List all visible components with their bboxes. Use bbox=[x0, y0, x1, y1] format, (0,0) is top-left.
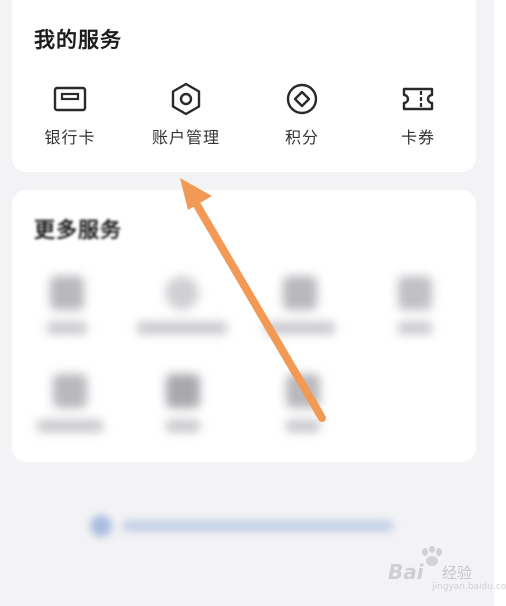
service-coupons-label: 卡券 bbox=[400, 128, 435, 147]
service-points[interactable]: 积分 bbox=[244, 82, 360, 148]
bank-card-icon bbox=[53, 86, 87, 112]
service-coupons[interactable]: 卡券 bbox=[360, 82, 476, 148]
app-screen: 我的服务 银行卡 账户管理 积分 卡券 更多服务 bbox=[0, 0, 494, 606]
right-edge-strip bbox=[494, 0, 506, 606]
more-service-item[interactable] bbox=[268, 374, 338, 432]
more-service-item[interactable] bbox=[132, 276, 232, 334]
more-service-item[interactable] bbox=[380, 276, 450, 334]
service-account-management-label: 账户管理 bbox=[151, 128, 220, 147]
coupon-ticket-icon bbox=[402, 87, 434, 111]
service-bank-card-label: 银行卡 bbox=[44, 128, 96, 147]
hexagon-settings-icon bbox=[171, 82, 201, 116]
more-service-item[interactable] bbox=[32, 276, 102, 334]
my-services-title: 我的服务 bbox=[34, 28, 122, 52]
baidu-jingyan-watermark: Bai 经验 jingyan.baidu.com bbox=[388, 546, 506, 594]
service-account-management[interactable]: 账户管理 bbox=[128, 82, 244, 148]
bottom-notice-blurred bbox=[90, 515, 396, 537]
more-service-item[interactable] bbox=[260, 276, 340, 334]
service-bank-card[interactable]: 银行卡 bbox=[12, 82, 128, 148]
more-service-item[interactable] bbox=[32, 374, 108, 432]
watermark-url: jingyan.baidu.com bbox=[432, 582, 506, 592]
diamond-coin-icon bbox=[286, 83, 318, 115]
more-service-item[interactable] bbox=[148, 374, 218, 432]
more-services-card: 更多服务 bbox=[12, 190, 476, 462]
watermark-brand: Bai bbox=[388, 560, 424, 584]
more-services-title: 更多服务 bbox=[34, 218, 122, 242]
my-services-card: 我的服务 银行卡 账户管理 积分 卡券 bbox=[12, 0, 476, 172]
service-points-label: 积分 bbox=[284, 128, 319, 147]
watermark-sub: 经验 bbox=[442, 564, 473, 582]
